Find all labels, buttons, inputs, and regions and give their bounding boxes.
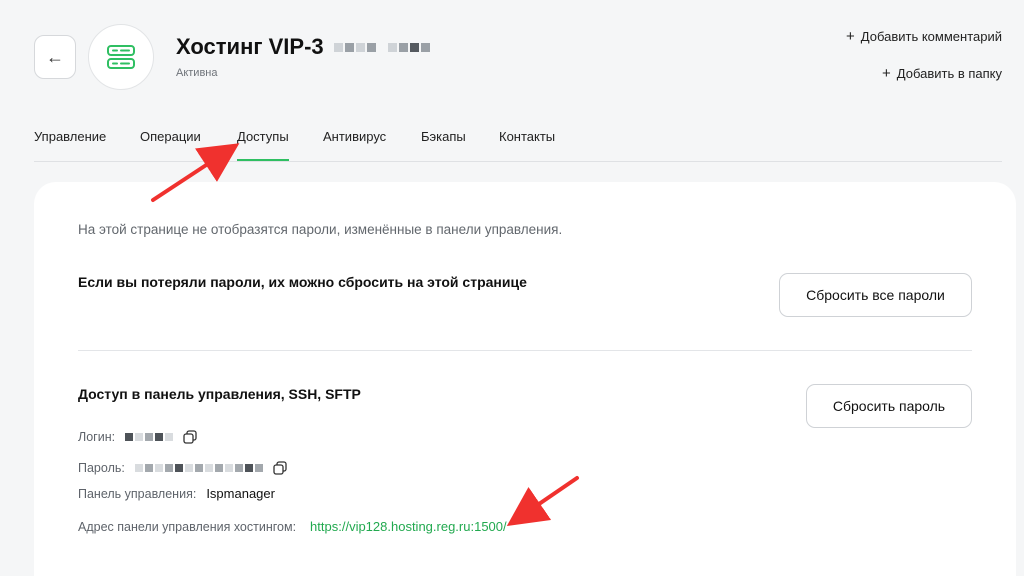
add-comment-button[interactable]: + Добавить комментарий: [846, 28, 1002, 45]
tab-bar: Управление Операции Доступы Антивирус Бэ…: [34, 118, 1002, 162]
page-title: Хостинг VIP-3: [176, 34, 430, 60]
reset-password-button[interactable]: Сбросить пароль: [806, 384, 972, 428]
tab-operations[interactable]: Операции: [140, 129, 201, 144]
panel-value: Ispmanager: [206, 486, 275, 501]
address-label: Адрес панели управления хостингом:: [78, 519, 297, 534]
tab-backups[interactable]: Бэкапы: [421, 129, 466, 144]
access-heading: Доступ в панель управления, SSH, SFTP: [78, 386, 361, 402]
panel-label: Панель управления:: [78, 486, 197, 501]
page-title-text: Хостинг VIP-3: [176, 34, 324, 59]
add-comment-label: Добавить комментарий: [860, 29, 1002, 44]
copy-icon[interactable]: [273, 461, 287, 475]
reset-all-passwords-button[interactable]: Сбросить все пароли: [779, 273, 972, 317]
back-arrow-icon: ←: [46, 46, 64, 67]
redacted-password: [134, 464, 263, 472]
reset-heading: Если вы потеряли пароли, их можно сброси…: [78, 274, 527, 290]
server-icon: [88, 24, 154, 90]
password-label: Пароль:: [78, 461, 125, 475]
copy-icon[interactable]: [183, 430, 197, 444]
notice-text: На этой странице не отобразятся пароли, …: [78, 222, 563, 237]
tab-contacts[interactable]: Контакты: [499, 129, 555, 144]
login-label: Логин:: [78, 430, 116, 444]
divider: [78, 350, 972, 351]
plus-icon: +: [846, 28, 855, 45]
add-folder-label: Добавить в папку: [896, 66, 1002, 81]
panel-address-link[interactable]: https://vip128.hosting.reg.ru:1500/: [310, 519, 507, 534]
back-button[interactable]: ←: [34, 35, 76, 79]
access-card: На этой странице не отобразятся пароли, …: [34, 182, 1016, 576]
address-row: Адрес панели управления хостингом: https…: [78, 519, 507, 534]
tab-management[interactable]: Управление: [34, 129, 106, 144]
status-label: Активна: [176, 67, 218, 79]
add-to-folder-button[interactable]: + Добавить в папку: [882, 65, 1002, 82]
redacted-login: [125, 433, 174, 441]
tab-antivirus[interactable]: Антивирус: [323, 129, 386, 144]
tab-access[interactable]: Доступы: [237, 129, 289, 161]
panel-row: Панель управления: Ispmanager: [78, 486, 275, 501]
redacted-domain: [333, 42, 430, 52]
password-row: Пароль:: [78, 461, 287, 475]
plus-icon: +: [882, 65, 891, 82]
login-row: Логин:: [78, 430, 197, 444]
